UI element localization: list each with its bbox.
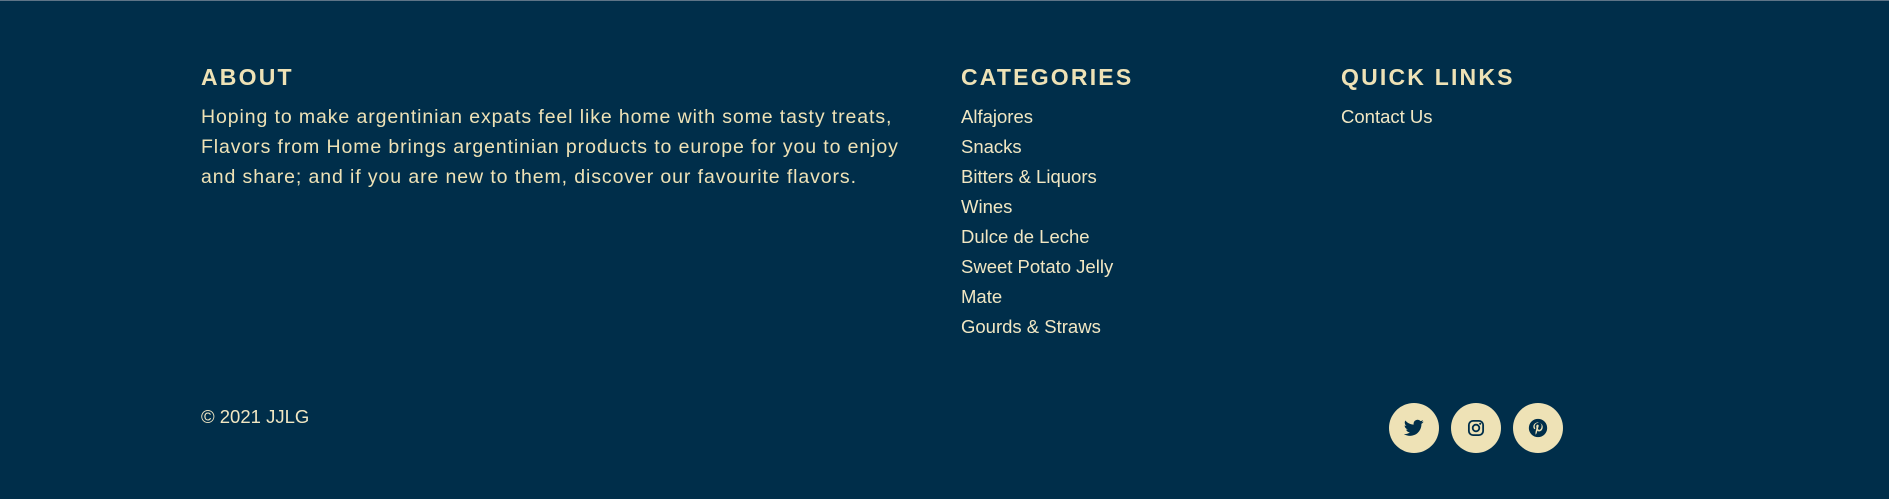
category-link-snacks[interactable]: Snacks — [961, 132, 1281, 162]
category-link-gourds-straws[interactable]: Gourds & Straws — [961, 312, 1281, 342]
twitter-button[interactable] — [1389, 403, 1439, 453]
instagram-button[interactable] — [1451, 403, 1501, 453]
pinterest-icon — [1528, 418, 1548, 438]
social-links — [1389, 403, 1563, 453]
about-section: ABOUT Hoping to make argentinian expats … — [201, 62, 921, 192]
category-link-sweet-potato-jelly[interactable]: Sweet Potato Jelly — [961, 252, 1281, 282]
pinterest-button[interactable] — [1513, 403, 1563, 453]
categories-section: CATEGORIES Alfajores Snacks Bitters & Li… — [961, 62, 1281, 342]
about-heading: ABOUT — [201, 64, 294, 90]
contact-us-link[interactable]: Contact Us — [1341, 102, 1601, 132]
about-text: Hoping to make argentinian expats feel l… — [201, 106, 899, 188]
category-link-bitters-liquors[interactable]: Bitters & Liquors — [961, 162, 1281, 192]
category-link-mate[interactable]: Mate — [961, 282, 1281, 312]
quick-links-list: Contact Us — [1341, 102, 1601, 132]
instagram-icon — [1467, 419, 1485, 437]
categories-heading: CATEGORIES — [961, 64, 1134, 90]
category-link-alfajores[interactable]: Alfajores — [961, 102, 1281, 132]
category-link-dulce-de-leche[interactable]: Dulce de Leche — [961, 222, 1281, 252]
twitter-icon — [1404, 419, 1424, 437]
categories-list: Alfajores Snacks Bitters & Liquors Wines… — [961, 102, 1281, 342]
quick-links-heading: QUICK LINKS — [1341, 64, 1515, 90]
quick-links-section: QUICK LINKS Contact Us — [1341, 62, 1601, 132]
category-link-wines[interactable]: Wines — [961, 192, 1281, 222]
site-footer: ABOUT Hoping to make argentinian expats … — [201, 1, 1563, 499]
copyright-text: © 2021 JJLG — [201, 406, 310, 427]
